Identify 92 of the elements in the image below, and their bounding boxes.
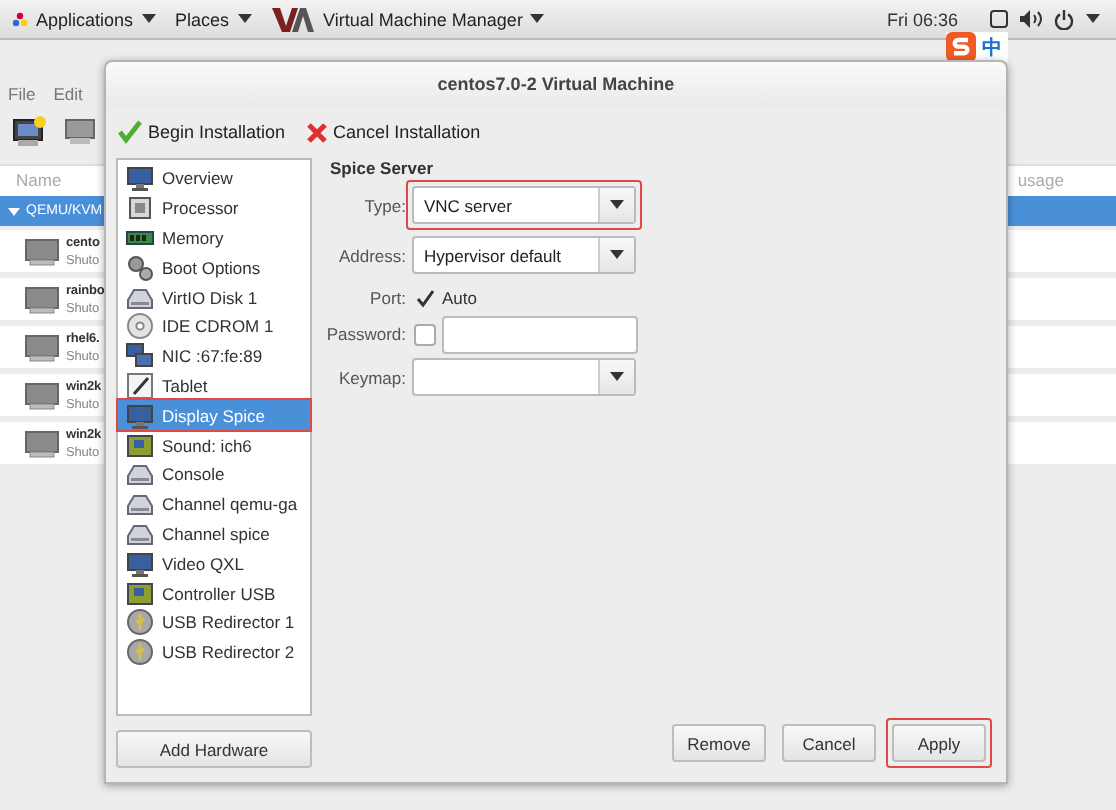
dropdown[interactable]: VNC server [412,186,636,224]
monitor-icon[interactable] [64,118,96,146]
hardware-item[interactable]: Controller USB [118,578,310,608]
toolbar-button[interactable]: Begin Installation [118,120,286,144]
monitor-icon [126,164,154,193]
hardware-item[interactable]: Boot Options [118,252,310,283]
hardware-label: Console [162,464,225,485]
monitor-icon [24,429,60,457]
check-icon [118,120,142,144]
hardware-label: NIC :67:fe:89 [162,346,263,367]
hardware-item[interactable]: Processor [118,193,310,224]
hardware-item[interactable]: USB Redirector 1 [118,607,310,638]
checkbox[interactable] [414,287,436,309]
monitor-icon [24,381,60,409]
top-menu[interactable]: Places [175,9,252,29]
ime-logo-icon[interactable] [946,32,976,62]
hardware-label: Controller USB [162,583,276,604]
board-icon [126,431,154,460]
hardware-label: Tablet [162,375,208,396]
monitor-icon [24,237,60,265]
top-menu[interactable]: Virtual Machine Manager [271,7,545,31]
hardware-item[interactable]: Console [118,459,310,490]
hardware-item[interactable]: VirtIO Disk 1 [118,282,310,312]
hardware-label: USB Redirector 1 [162,612,295,633]
hardware-label: Memory [162,227,224,248]
gears-icon [126,253,154,282]
monitor-icon [126,549,154,578]
hardware-label: Video QXL [162,553,244,574]
caret-icon [530,14,545,24]
app-logo-icon [271,7,316,31]
password-field[interactable] [442,315,638,353]
nic-icon [126,342,154,371]
hardware-item[interactable]: Overview [118,164,310,194]
dropdown-caret-icon [610,250,624,260]
caret-icon [141,14,156,24]
field-label: Keymap: [338,367,406,387]
caret-icon [1086,14,1100,24]
usb-icon [126,608,154,637]
clock: Fri 06:36 [886,9,958,29]
dropdown-caret-icon [610,372,624,382]
cdrom-icon [126,312,154,341]
hardware-label: Sound: ich6 [162,435,252,456]
checkbox[interactable] [414,323,436,345]
hardware-label: Overview [162,168,233,189]
volume-icon[interactable] [1020,10,1042,28]
add-hardware-button[interactable]: Add Hardware [116,730,312,768]
checkbox-label: Auto [442,288,477,308]
hardware-label: Processor [162,198,239,219]
hardware-label: VirtIO Disk 1 [162,287,258,308]
power-icon[interactable] [1054,9,1074,29]
hardware-item[interactable]: USB Redirector 2 [118,637,310,668]
hardware-label: Display Spice [162,405,265,426]
tablet-icon [126,371,154,400]
dialog-button[interactable]: Apply [892,724,986,762]
caret-icon [237,14,252,24]
flower-icon [12,11,28,27]
hardware-item[interactable]: Sound: ich6 [118,430,310,460]
field-label: Type: [364,195,406,215]
dropdown[interactable]: Hypervisor default [412,236,636,274]
dialog-button[interactable]: Cancel [782,724,876,762]
hardware-item[interactable]: IDE CDROM 1 [118,311,310,342]
hardware-item[interactable]: Memory [118,223,310,253]
section-heading: Spice Server [330,158,436,182]
hardware-item[interactable]: NIC :67:fe:89 [118,341,310,372]
hardware-label: Boot Options [162,257,261,278]
usb-icon [126,638,154,667]
menu-item[interactable]: File [8,84,36,104]
hardware-item[interactable]: Tablet [118,371,310,401]
monitor-icon [24,333,60,361]
window-icon[interactable] [990,10,1008,28]
hardware-item[interactable]: Channel spice [118,519,310,549]
field-label: Password: [326,324,406,344]
dialog-button[interactable]: Remove [672,724,766,762]
field-label: Port: [370,288,406,308]
hardware-label: Channel qemu-ga [162,494,298,515]
expander-icon[interactable] [8,205,20,217]
hardware-item[interactable]: Channel qemu-ga [118,489,310,520]
monitor-icon [126,401,154,430]
top-menu[interactable]: Applications [12,9,156,29]
hardware-label: USB Redirector 2 [162,642,295,663]
cpu-icon [126,194,154,223]
hardware-label: Channel spice [162,523,270,544]
close-icon [305,121,328,143]
board-icon [126,579,154,608]
menu-item[interactable]: Edit [53,84,83,104]
hardware-item[interactable]: Video QXL [118,548,310,579]
monitor-icon [24,285,60,313]
field-label: Address: [338,245,406,265]
toolbar-button[interactable]: Cancel Installation [305,121,481,143]
hardware-label: IDE CDROM 1 [162,316,274,337]
dialog-title: centos7.0-2 Virtual Machine [106,62,1006,106]
new-vm-icon[interactable] [12,116,48,148]
